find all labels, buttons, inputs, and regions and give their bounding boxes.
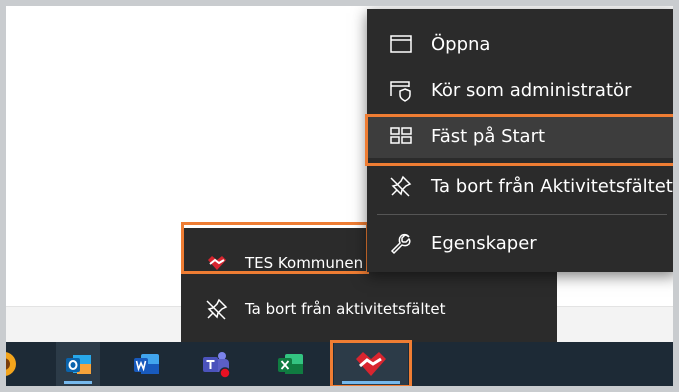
jump-item-app-label: TES Kommunen: [245, 254, 364, 272]
menu-divider: [377, 214, 667, 215]
unpin-icon: [206, 298, 228, 320]
shield-window-icon: [390, 81, 411, 102]
excel-icon: [278, 354, 303, 374]
tes-kommunen-icon: [356, 352, 386, 376]
pin-to-start-icon: [390, 127, 412, 144]
taskbar-app-word[interactable]: [124, 342, 168, 386]
menu-item-pin-to-start-label: Fäst på Start: [431, 125, 546, 147]
taskbar: [6, 342, 673, 386]
menu-item-properties[interactable]: Egenskaper: [367, 221, 673, 265]
taskbar-app-sunflower[interactable]: [6, 342, 26, 386]
menu-item-pin-to-start[interactable]: Fäst på Start: [367, 114, 673, 158]
window-icon: [390, 35, 412, 53]
teams-icon: [203, 352, 231, 379]
tes-kommunen-icon: [208, 256, 226, 270]
wrench-icon: [390, 233, 411, 255]
taskbar-app-excel[interactable]: [268, 342, 312, 386]
menu-item-open[interactable]: Öppna: [367, 22, 673, 66]
desktop-area: TES Kommunen Ta bort från aktivitetsfält…: [6, 6, 673, 386]
taskbar-app-outlook[interactable]: [56, 342, 100, 386]
outlook-icon: [66, 355, 91, 374]
screenshot-frame: TES Kommunen Ta bort från aktivitetsfält…: [0, 0, 679, 392]
menu-item-unpin-taskbar[interactable]: Ta bort från Aktivitetsfältet: [367, 164, 673, 208]
context-menu: Öppna Kör som administratör Fäst på Star…: [367, 9, 673, 272]
jump-item-unpin[interactable]: Ta bort från aktivitetsfältet: [181, 286, 557, 332]
sunflower-app-icon: [6, 352, 16, 376]
menu-item-properties-label: Egenskaper: [431, 232, 537, 254]
menu-item-open-label: Öppna: [431, 33, 491, 55]
jump-item-unpin-label: Ta bort från aktivitetsfältet: [245, 300, 446, 318]
word-icon: [134, 354, 159, 374]
unpin-icon: [390, 175, 412, 197]
taskbar-app-tes-kommunen[interactable]: [334, 342, 408, 386]
taskbar-app-teams[interactable]: [194, 342, 238, 386]
menu-item-unpin-taskbar-label: Ta bort från Aktivitetsfältet: [431, 175, 673, 197]
menu-item-run-as-admin[interactable]: Kör som administratör: [367, 68, 673, 112]
menu-item-run-as-admin-label: Kör som administratör: [431, 79, 632, 101]
